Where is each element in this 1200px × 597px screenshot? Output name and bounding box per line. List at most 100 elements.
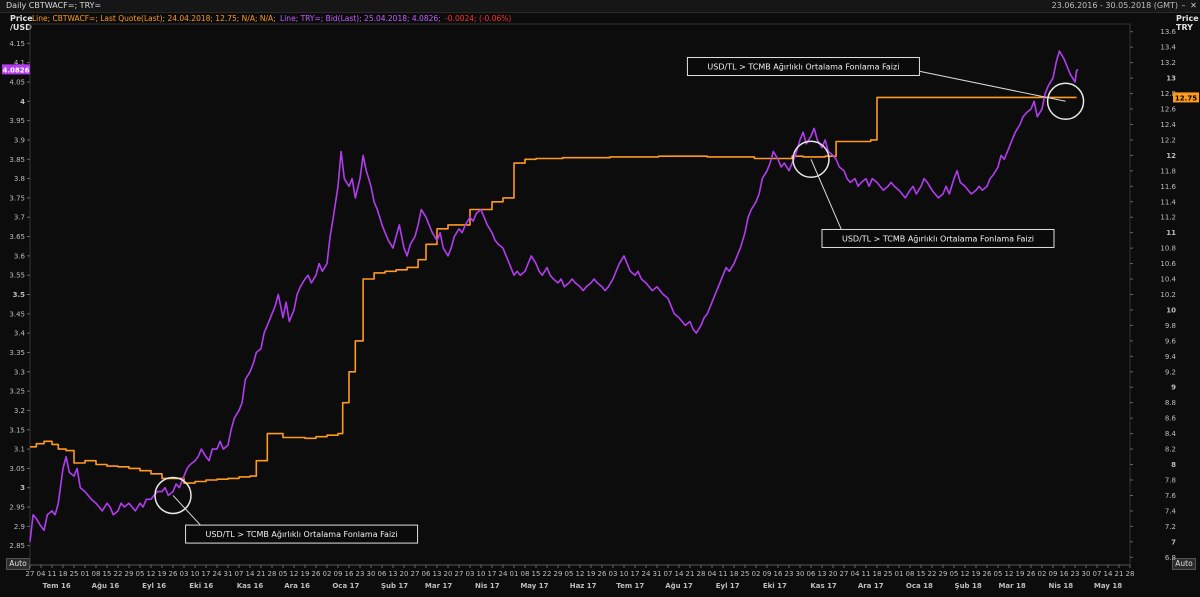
x-axis-month-label: Eki 17 xyxy=(763,582,787,590)
x-axis-tick-label: 30 xyxy=(796,570,805,578)
right-axis-tick-label: 9.4 xyxy=(1165,353,1177,361)
x-axis-month-label: Ağu 16 xyxy=(92,582,120,590)
x-axis-tick-label: 28 xyxy=(1126,570,1135,578)
left-axis-tick-label: 3.25 xyxy=(9,388,25,396)
x-axis-month-label: Haz 17 xyxy=(570,582,597,590)
x-axis-month-label: Kas 17 xyxy=(810,582,837,590)
x-axis-tick-label: 05 xyxy=(136,570,145,578)
series-line-cbtwacf[interactable] xyxy=(30,96,1077,484)
right-axis-tick-label: 7.4 xyxy=(1165,507,1177,515)
left-axis-tick-label: 4.15 xyxy=(9,40,25,48)
x-axis-tick-label: 01 xyxy=(895,570,904,578)
x-axis-tick-label: 12 xyxy=(147,570,156,578)
x-axis-tick-label: 17 xyxy=(488,570,497,578)
x-axis-tick-label: 18 xyxy=(730,570,739,578)
x-axis-month-label: Oca 18 xyxy=(906,582,933,590)
x-axis-tick-label: 19 xyxy=(587,570,596,578)
x-axis-tick-label: 07 xyxy=(664,570,673,578)
x-axis-tick-label: 30 xyxy=(367,570,376,578)
right-axis-tick-label: 13.4 xyxy=(1160,44,1176,52)
right-axis-tick-label: 8.4 xyxy=(1165,430,1177,438)
x-axis-tick-label: 23 xyxy=(785,570,794,578)
x-axis-tick-label: 26 xyxy=(1027,570,1036,578)
right-axis-tick-label: 11 xyxy=(1166,229,1176,237)
left-axis-tick-label: 3 xyxy=(20,484,25,492)
x-axis-tick-label: 30 xyxy=(1082,570,1091,578)
x-axis-tick-label: 11 xyxy=(48,570,57,578)
x-axis-tick-label: 18 xyxy=(59,570,68,578)
x-axis-tick-label: 19 xyxy=(1016,570,1025,578)
x-axis-tick-label: 13 xyxy=(433,570,442,578)
x-axis-tick-label: 01 xyxy=(81,570,90,578)
last-value-label-right: 12.75 xyxy=(1175,94,1197,102)
right-axis-tick-label: 9 xyxy=(1171,384,1176,392)
x-axis-tick-label: 12 xyxy=(290,570,299,578)
x-axis-tick-label: 05 xyxy=(279,570,288,578)
x-axis-tick-label: 10 xyxy=(191,570,200,578)
x-axis-tick-label: 06 xyxy=(378,570,387,578)
price-chart[interactable]: 2.85 2.9 2.95 3 3.05 3.1 3.15 3.2 3.25 3.3 3.35 3.4… xyxy=(0,0,1200,597)
right-axis-tick-label: 7.8 xyxy=(1165,476,1176,484)
x-axis-tick-label: 29 xyxy=(939,570,948,578)
x-axis-tick-label: 10 xyxy=(477,570,486,578)
x-axis-tick-label: 08 xyxy=(906,570,915,578)
x-axis-tick-label: 23 xyxy=(356,570,365,578)
x-axis-month-label: Mar 18 xyxy=(998,582,1025,590)
series-line-usdtry[interactable] xyxy=(29,50,1079,542)
x-axis-month-label: Ara 17 xyxy=(858,582,884,590)
x-axis-tick-label: 20 xyxy=(829,570,838,578)
x-axis-tick-label: 24 xyxy=(642,570,651,578)
x-axis-month-label: Oca 17 xyxy=(332,582,359,590)
x-axis-tick-label: 23 xyxy=(1071,570,1080,578)
x-axis-tick-label: 26 xyxy=(312,570,321,578)
right-axis-tick-label: 11.4 xyxy=(1160,198,1176,206)
x-axis-tick-label: 25 xyxy=(70,570,79,578)
x-axis-tick-label: 31 xyxy=(224,570,233,578)
right-axis-tick-label: 11.6 xyxy=(1160,183,1176,191)
x-axis-tick-label: 07 xyxy=(1093,570,1102,578)
x-axis-tick-label: 05 xyxy=(950,570,959,578)
x-axis-tick-label: 27 xyxy=(455,570,464,578)
x-axis-tick-label: 24 xyxy=(499,570,508,578)
x-axis-tick-label: 09 xyxy=(334,570,343,578)
right-axis-tick-label: 13.2 xyxy=(1160,59,1176,67)
x-axis-month-label: Tem 16 xyxy=(43,582,71,590)
right-axis-tick-label: 12.4 xyxy=(1160,121,1176,129)
x-axis-tick-label: 28 xyxy=(268,570,277,578)
x-axis-tick-label: 29 xyxy=(125,570,134,578)
left-axis-tick-label: 3.05 xyxy=(9,465,25,473)
left-axis-tick-label: 4.05 xyxy=(9,78,25,86)
x-axis-tick-label: 02 xyxy=(1038,570,1047,578)
left-axis-tick-label: 2.9 xyxy=(14,523,25,531)
x-axis-tick-label: 07 xyxy=(235,570,244,578)
right-axis-tick-label: 7.6 xyxy=(1165,492,1177,500)
x-axis-tick-label: 19 xyxy=(301,570,310,578)
left-axis-tick-label: 3.95 xyxy=(9,117,25,125)
left-axis-tick-label: 3.35 xyxy=(9,349,25,357)
x-axis-tick-label: 01 xyxy=(510,570,519,578)
x-axis-tick-label: 12 xyxy=(961,570,970,578)
x-axis-month-label: Şub 18 xyxy=(955,582,982,590)
x-axis-month-label: Ara 16 xyxy=(284,582,310,590)
last-value-label-left: 4.0826 xyxy=(2,66,29,74)
right-axis-tick-label: 12 xyxy=(1166,152,1176,160)
right-axis-tick-label: 10.6 xyxy=(1160,260,1176,268)
x-axis-tick-label: 02 xyxy=(323,570,332,578)
x-axis-month-label: Kas 16 xyxy=(237,582,264,590)
x-axis-tick-label: 18 xyxy=(873,570,882,578)
x-axis-tick-label: 05 xyxy=(565,570,574,578)
x-axis-tick-label: 06 xyxy=(807,570,816,578)
x-axis-month-label: Ağu 17 xyxy=(665,582,693,590)
x-axis-tick-label: 16 xyxy=(345,570,354,578)
x-axis-tick-label: 11 xyxy=(862,570,871,578)
x-axis-tick-label: 03 xyxy=(180,570,189,578)
x-axis-tick-label: 19 xyxy=(158,570,167,578)
x-axis-tick-label: 09 xyxy=(763,570,772,578)
right-axis-tick-label: 10.2 xyxy=(1160,291,1176,299)
right-axis-tick-label: 9.2 xyxy=(1165,368,1176,376)
x-axis-tick-label: 22 xyxy=(114,570,123,578)
right-axis-tick-label: 7 xyxy=(1171,538,1176,546)
x-axis-tick-label: 09 xyxy=(1049,570,1058,578)
x-axis-tick-label: 29 xyxy=(554,570,563,578)
x-axis-tick-label: 03 xyxy=(609,570,618,578)
